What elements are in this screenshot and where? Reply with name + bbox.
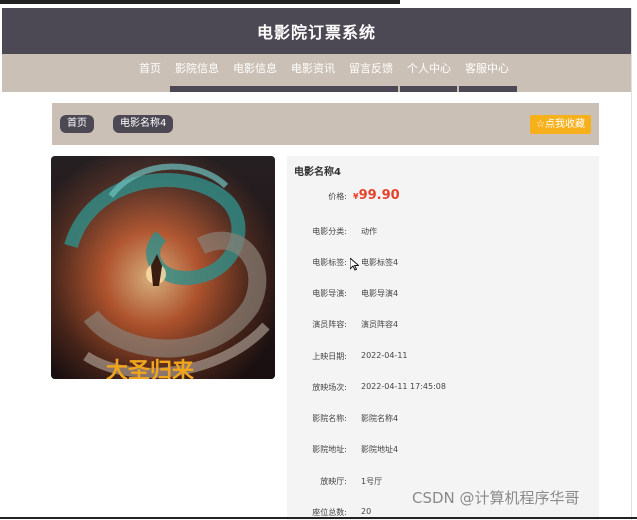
site-title-bar: 电影院订票系统 [2, 8, 631, 54]
top-strip [0, 0, 637, 8]
nav-item-customer-service[interactable]: 客服中心 [458, 54, 516, 84]
detail-row-category: 电影分类: 动作 [287, 223, 599, 239]
breadcrumb-current[interactable]: 电影名称4 [113, 115, 174, 133]
bottom-border [0, 517, 637, 519]
movie-name: 电影名称4 [294, 167, 341, 178]
site-title: 电影院订票系统 [256, 23, 376, 42]
detail-row-cast: 演员阵容: 演员阵容4 [287, 316, 599, 332]
top-ink [0, 0, 400, 4]
watermark: CSDN @计算机程序华哥 [412, 489, 580, 507]
mouse-cursor-icon [349, 256, 360, 275]
detail-row-showtime: 放映场次: 2022-04-11 17:45:08 [287, 379, 599, 395]
movie-detail-panel: 电影名称4 价格: ¥99.90 电影分类: 动作 电影标签: 电影标签4 电影… [287, 156, 599, 520]
movie-poster: 大圣归来 [51, 156, 275, 379]
field-value: 演员阵容4 [361, 320, 399, 329]
field-label: 影院地址: [312, 445, 347, 454]
detail-row-price: 价格: ¥99.90 [287, 188, 599, 204]
breadcrumb-home[interactable]: 首页 [60, 115, 94, 133]
field-value: 影院名称4 [361, 414, 399, 423]
svg-text:大圣归来: 大圣归来 [106, 359, 195, 379]
field-value: 2022-04-11 17:45:08 [361, 382, 446, 391]
field-value: 电影标签4 [361, 258, 399, 267]
detail-row-cinema-name: 影院名称: 影院名称4 [287, 410, 599, 426]
field-value: 2022-04-11 [361, 351, 408, 360]
price-label: 价格: [328, 192, 347, 201]
field-label: 放映场次: [312, 383, 347, 392]
detail-row-release-date: 上映日期: 2022-04-11 [287, 348, 599, 364]
nav-underline [459, 86, 517, 92]
nav-underline [170, 86, 398, 92]
nav-item-movie-news[interactable]: 电影资讯 [284, 54, 342, 84]
nav-item-personal-center[interactable]: 个人中心 [400, 54, 458, 84]
field-label: 演员阵容: [312, 320, 347, 329]
field-value: 20 [361, 507, 372, 516]
detail-row-tag: 电影标签: 电影标签4 [287, 254, 599, 270]
field-value: 动作 [361, 227, 377, 236]
field-value: 1号厅 [361, 477, 383, 486]
detail-row-cinema-address: 影院地址: 影院地址4 [287, 441, 599, 457]
price-value: ¥99.90 [353, 188, 400, 203]
nav-item-home[interactable]: 首页 [132, 54, 168, 84]
nav-underline [400, 86, 457, 92]
field-label: 电影分类: [312, 227, 347, 236]
nav-item-cinema-info[interactable]: 影院信息 [168, 54, 226, 84]
field-label: 影院名称: [312, 414, 347, 423]
nav-item-feedback[interactable]: 留言反馈 [342, 54, 400, 84]
field-label: 放映厅: [320, 477, 347, 486]
breadcrumb: 首页 › 电影名称4 ☆点我收藏 [52, 103, 599, 145]
field-value: 影院地址4 [361, 445, 399, 454]
nav-item-movie-info[interactable]: 电影信息 [226, 54, 284, 84]
field-label: 电影导演: [312, 289, 347, 298]
main-nav: 首页 影院信息 电影信息 电影资讯 留言反馈 个人中心 客服中心 [2, 54, 631, 92]
favorite-button[interactable]: ☆点我收藏 [530, 115, 591, 134]
field-label: 电影标签: [312, 258, 347, 267]
right-border [631, 8, 632, 520]
detail-row-director: 电影导演: 电影导演4 [287, 285, 599, 301]
field-value: 电影导演4 [361, 289, 399, 298]
field-label: 上映日期: [312, 352, 347, 361]
